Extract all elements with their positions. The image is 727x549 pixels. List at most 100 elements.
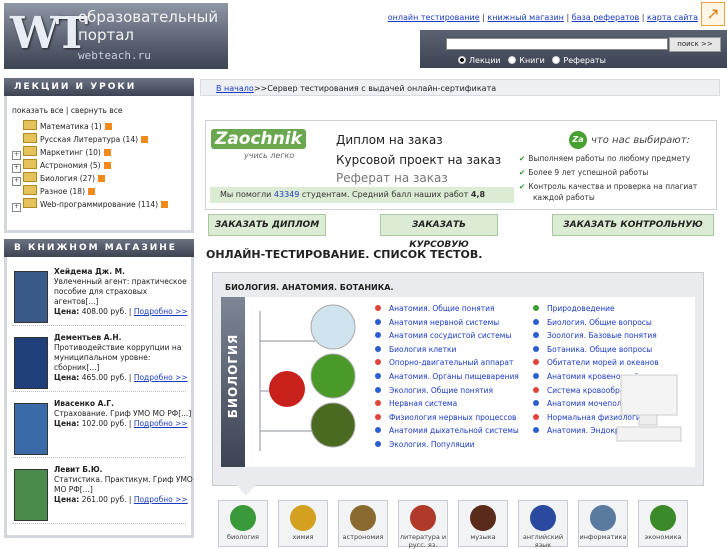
test-link[interactable]: Анатомия. Общие понятия	[375, 304, 495, 314]
tree-item[interactable]: + Астрономия (5)	[12, 159, 186, 173]
tree-item-label: Разное (18)	[40, 187, 85, 196]
tree-item[interactable]: + Биология (27)	[12, 172, 186, 186]
nav-essay-base[interactable]: база рефератов	[572, 13, 640, 22]
bullet-icon	[375, 386, 381, 393]
radio-dot-icon	[458, 56, 466, 64]
bullet-icon	[375, 305, 381, 311]
book-text: Дементьев А.Н. Противодействие коррупции …	[54, 333, 194, 383]
show-all-link[interactable]: показать все	[12, 106, 64, 115]
bullet-icon	[533, 359, 539, 366]
book-price: 261.00 руб.	[81, 495, 127, 504]
test-link[interactable]: Опорно-двигательный аппарат	[375, 358, 513, 368]
book-cover[interactable]	[14, 403, 48, 455]
test-link[interactable]: Нервная система	[375, 399, 457, 409]
book-cover[interactable]	[14, 337, 48, 389]
bullet-icon	[533, 345, 539, 352]
books-icon	[410, 505, 436, 531]
why-item: ✔ Более 9 лет успешной работы	[519, 168, 648, 177]
piano-icon	[470, 505, 496, 531]
category-tab-label: английский язык	[522, 533, 564, 549]
external-link-icon[interactable]: ↗	[701, 2, 725, 26]
test-link[interactable]: Зоология. Базовые понятия	[533, 331, 657, 341]
category-tab[interactable]: музыка	[458, 500, 508, 547]
rss-icon[interactable]	[104, 123, 112, 130]
tree-item[interactable]: +Русская Литература (14)	[12, 133, 186, 146]
test-link[interactable]: Биология. Общие вопросы	[533, 318, 652, 328]
test-link-label: Экология. Популяции	[389, 440, 475, 449]
category-tab-label: биология	[227, 533, 259, 541]
tree-item[interactable]: + Маркетинг (10)	[12, 146, 186, 160]
top-navigation: онлайн тестирование | книжный магазин | …	[387, 13, 698, 22]
breadcrumb-home[interactable]: В начало	[216, 84, 254, 93]
category-tab[interactable]: биология	[218, 500, 268, 547]
site-logo[interactable]: WT образовательный портал webteach.ru	[4, 3, 228, 69]
tree-item[interactable]: + Web-программирование (114)	[12, 198, 186, 212]
radio-label: Рефераты	[563, 56, 606, 65]
panel-title: БИОЛОГИЯ. АНАТОМИЯ. БОТАНИКА.	[225, 283, 394, 292]
book-more-link[interactable]: Подробно >>	[134, 373, 188, 382]
zaochnik-banner[interactable]: Zaochnik учись легко Диплом на заказ Кур…	[205, 120, 717, 210]
search-input[interactable]	[446, 38, 668, 50]
book-more-link[interactable]: Подробно >>	[134, 307, 188, 316]
rss-icon[interactable]	[161, 201, 169, 208]
tree-item[interactable]: +Разное (18)	[12, 185, 186, 198]
test-link[interactable]: Экология. Общие понятия	[375, 386, 493, 396]
test-link[interactable]: Анатомия. Органы пищеварения	[375, 372, 519, 382]
book-more-link[interactable]: Подробно >>	[134, 419, 188, 428]
category-tab[interactable]: астрономия	[338, 500, 388, 547]
order-test-button[interactable]: ЗАКАЗАТЬ КОНТРОЛЬНУЮ	[552, 214, 714, 236]
radio-lectures[interactable]: Лекции	[458, 56, 501, 65]
test-link[interactable]: Природоведение	[533, 304, 615, 314]
category-tab-label: астрономия	[342, 533, 384, 541]
book-price-line: Цена: 102.00 руб. | Подробно >>	[54, 419, 188, 428]
book-author: Дементьев А.Н.	[54, 333, 122, 342]
radio-essays[interactable]: Рефераты	[552, 56, 606, 65]
book-price: 408.00 руб.	[81, 307, 127, 316]
book-cover[interactable]	[14, 469, 48, 521]
rss-icon[interactable]	[98, 175, 106, 182]
test-link[interactable]: Обитатели морей и океанов	[533, 358, 659, 368]
order-coursework-button[interactable]: ЗАКАЗАТЬ КУРСОВУЮ	[380, 214, 498, 250]
computer-illustration	[616, 374, 682, 442]
rss-icon[interactable]	[103, 149, 111, 156]
book-desc: Противодействие коррупции на муниципальн…	[54, 343, 182, 372]
test-link[interactable]: Анатомия нервной системы	[375, 318, 499, 328]
category-tab[interactable]: английский язык	[518, 500, 568, 549]
biology-panel: БИОЛОГИЯ. АНАТОМИЯ. БОТАНИКА. БИОЛОГИЯ А…	[212, 272, 704, 486]
nav-site-map[interactable]: карта сайта	[647, 13, 698, 22]
bullet-icon	[375, 332, 381, 339]
book-cover[interactable]	[14, 271, 48, 323]
test-link[interactable]: Анатомия дыхательной системы	[375, 426, 519, 436]
test-link-label: Опорно-двигательный аппарат	[389, 358, 514, 368]
book-more-link[interactable]: Подробно >>	[134, 495, 188, 504]
radio-books[interactable]: Книги	[508, 56, 545, 65]
test-link[interactable]: Экология. Популяции	[375, 440, 475, 450]
rss-icon[interactable]	[141, 136, 149, 143]
category-tab[interactable]: информатика	[578, 500, 628, 547]
bullet-icon	[533, 386, 539, 393]
category-tab-label: экономика	[644, 533, 682, 541]
rss-icon[interactable]	[103, 162, 111, 169]
ad-line-essay: Реферат на заказ	[336, 171, 448, 185]
category-tab-label: музыка	[470, 533, 496, 541]
search-button[interactable]: поиск >>	[669, 37, 721, 52]
why-us-title: Za что нас выбирают:	[569, 131, 690, 149]
test-link-label: Обитатели морей и океанов	[547, 358, 659, 368]
test-link[interactable]: Физиология нервных процессов	[375, 413, 516, 423]
test-link[interactable]: Анатомия сосудистой системы	[375, 331, 511, 341]
expand-icon[interactable]: +	[12, 203, 21, 212]
test-link[interactable]: Биология клетки	[375, 345, 456, 355]
nav-online-testing[interactable]: онлайн тестирование	[388, 13, 480, 22]
rss-icon[interactable]	[88, 188, 95, 195]
test-link-label: Анатомия. Общие понятия	[389, 304, 495, 313]
category-tab[interactable]: литература и русс. яз.	[398, 500, 448, 549]
category-tab[interactable]: химия	[278, 500, 328, 547]
tree-item[interactable]: +Математика (1)	[12, 120, 186, 133]
flag-icon	[530, 505, 556, 531]
order-diploma-button[interactable]: ЗАКАЗАТЬ ДИПЛОМ	[208, 214, 326, 236]
folder-icon	[23, 198, 37, 208]
test-link[interactable]: Ботаника. Общие вопросы	[533, 345, 652, 355]
nav-book-shop[interactable]: книжный магазин	[487, 13, 563, 22]
category-tab[interactable]: экономика	[638, 500, 688, 547]
collapse-all-link[interactable]: свернуть все	[71, 106, 123, 115]
